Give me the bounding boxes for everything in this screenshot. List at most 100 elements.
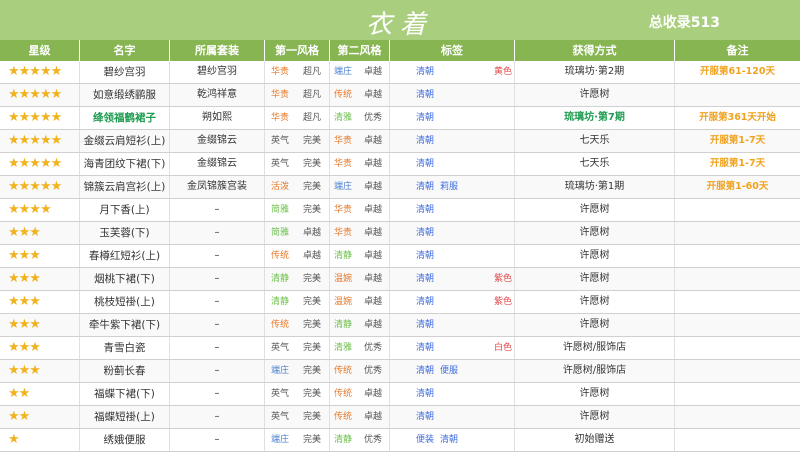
note	[675, 314, 800, 336]
star-rating: ★★★	[0, 245, 80, 267]
style1-label: 清静	[271, 297, 290, 307]
style1-cell: 英气 完美	[265, 383, 330, 405]
table-row[interactable]: ★★★ 粉蓟长春 – 端庄 完美 传统 优秀 清朝 便服 许愿树/服饰店	[0, 360, 800, 383]
set-name: –	[170, 360, 265, 382]
table-row[interactable]: ★★★★★ 锦簇云肩宫衫(上) 金凤锦簇宫装 活泼 完美 端庄 卓越 清朝 莉服 琉璃坊·第1期开…	[0, 176, 800, 199]
tags-cell: 清朝 白色	[390, 337, 515, 359]
style2-cell: 华贵 卓越	[330, 199, 390, 221]
table-row[interactable]: ★★★★★ 绛领福鹤裙子 朔如熙 华贵 超凡 清雅 优秀 清朝 琉璃坊·第7期 开服第361天开始	[0, 107, 800, 130]
item-name: 金缀云肩短衫(上)	[80, 130, 170, 152]
style2-grade: 卓越	[364, 159, 383, 169]
item-name: 粉蓟长春	[80, 360, 170, 382]
col-header-note[interactable]: 备注	[675, 40, 800, 61]
tag-secondary: 清朝	[440, 435, 459, 445]
table-row[interactable]: ★★★★★ 如意缎绣鹂服 乾鸿祥意 华贵 超凡 传统 卓越 清朝 许愿树	[0, 84, 800, 107]
style2-grade: 卓越	[364, 90, 383, 100]
set-name: 金缀锦云	[170, 130, 265, 152]
style2-label: 传统	[334, 366, 353, 376]
style2-label: 端庄	[334, 67, 353, 77]
col-header-style2[interactable]: 第二风格	[330, 40, 390, 61]
col-header-tags[interactable]: 标签	[390, 40, 515, 61]
style2-label: 清雅	[334, 113, 353, 123]
table-row[interactable]: ★★★ 玉芙蓉(下) – 简雅 卓越 华贵 卓越 清朝 许愿树	[0, 222, 800, 245]
set-name: –	[170, 406, 265, 428]
set-name: –	[170, 245, 265, 267]
style1-cell: 华贵 超凡	[265, 107, 330, 129]
star-rating: ★★★	[0, 291, 80, 313]
table-row[interactable]: ★★★★★ 金缀云肩短衫(上) 金缀锦云 英气 完美 华贵 卓越 清朝 七天乐 开服第1-7天	[0, 130, 800, 153]
item-name: 青雪白瓷	[80, 337, 170, 359]
style2-label: 清静	[334, 435, 353, 445]
style1-label: 英气	[271, 159, 290, 169]
table-row[interactable]: ★★★ 烟桃下裙(下) – 清静 完美 温婉 卓越 清朝 紫色 许愿树	[0, 268, 800, 291]
table-row[interactable]: ★★ 福蝶短褂(上) – 英气 完美 传统 卓越 清朝 许愿树	[0, 406, 800, 429]
style2-grade: 卓越	[364, 251, 383, 261]
item-name: 烟桃下裙(下)	[80, 268, 170, 290]
table-row[interactable]: ★★★ 春樽红短衫(上) – 传统 卓越 清静 卓越 清朝 许愿树	[0, 245, 800, 268]
style1-label: 端庄	[271, 366, 290, 376]
col-header-style1[interactable]: 第一风格	[265, 40, 330, 61]
tags-cell: 清朝	[390, 153, 515, 175]
note: 开服第361天开始	[699, 112, 776, 123]
table-row[interactable]: ★ 绣娥便服 – 端庄 完美 清静 优秀 便装 清朝 初始赠送	[0, 429, 800, 452]
title-bar: 衣着 总收录513	[0, 0, 800, 40]
obtain-method: 许愿树/服饰店	[515, 337, 675, 359]
style2-cell: 华贵 卓越	[330, 130, 390, 152]
style1-label: 简雅	[271, 228, 290, 238]
obtain-method: 许愿树	[515, 268, 675, 290]
table-body: ★★★★★ 碧纱宫羽 碧纱宫羽 华贵 超凡 端庄 卓越 清朝 黄色 琉璃坊·第2期 开服第61-12…	[0, 61, 800, 452]
style1-cell: 活泼 完美	[265, 176, 330, 198]
style2-cell: 传统 优秀	[330, 360, 390, 382]
style1-grade: 完美	[303, 205, 322, 215]
col-header-obtain[interactable]: 获得方式	[515, 40, 675, 61]
col-header-name[interactable]: 名字	[80, 40, 170, 61]
style2-cell: 温婉 卓越	[330, 291, 390, 313]
note	[675, 199, 800, 221]
table-row[interactable]: ★★★ 青雪白瓷 – 英气 完美 清雅 优秀 清朝 白色 许愿树/服饰店	[0, 337, 800, 360]
item-name: 牵牛紫下裙(下)	[80, 314, 170, 336]
style1-label: 清静	[271, 274, 290, 284]
tag-primary: 清朝	[416, 136, 435, 146]
star-rating: ★★★★	[0, 199, 80, 221]
table-row[interactable]: ★★ 福蝶下裙(下) – 英气 完美 传统 卓越 清朝 许愿树	[0, 383, 800, 406]
star-rating: ★★★	[0, 314, 80, 336]
tag-primary: 清朝	[416, 205, 435, 215]
style2-label: 传统	[334, 90, 353, 100]
col-header-stars[interactable]: 星级	[0, 40, 80, 61]
set-name: –	[170, 429, 265, 451]
style2-grade: 卓越	[364, 136, 383, 146]
set-name: –	[170, 222, 265, 244]
col-header-set[interactable]: 所属套装	[170, 40, 265, 61]
style2-grade: 卓越	[364, 67, 383, 77]
table-row[interactable]: ★★★★ 月下香(上) – 简雅 完美 华贵 卓越 清朝 许愿树	[0, 199, 800, 222]
style2-label: 清雅	[334, 343, 353, 353]
style1-grade: 卓越	[303, 251, 322, 261]
style1-grade: 完美	[303, 343, 322, 353]
style1-grade: 完美	[303, 412, 322, 422]
table-row[interactable]: ★★★★★ 海青团纹下裙(下) 金缀锦云 英气 完美 华贵 卓越 清朝 七天乐 开服第1-7天	[0, 153, 800, 176]
note	[675, 222, 800, 244]
tags-cell: 清朝	[390, 222, 515, 244]
style2-label: 端庄	[334, 182, 353, 192]
style2-cell: 华贵 卓越	[330, 222, 390, 244]
style1-cell: 简雅 完美	[265, 199, 330, 221]
style1-label: 活泼	[271, 182, 290, 192]
star-rating: ★★★	[0, 268, 80, 290]
set-name: –	[170, 268, 265, 290]
style2-grade: 优秀	[364, 435, 383, 445]
style1-grade: 卓越	[303, 228, 322, 238]
tag-secondary: 莉服	[440, 182, 459, 192]
tag-primary: 清朝	[416, 412, 435, 422]
obtain-method: 许愿树	[515, 291, 675, 313]
item-name: 春樽红短衫(上)	[80, 245, 170, 267]
style2-label: 温婉	[334, 274, 353, 284]
style1-cell: 华贵 超凡	[265, 84, 330, 106]
table-row[interactable]: ★★★ 牵牛紫下裙(下) – 传统 完美 清静 卓越 清朝 许愿树	[0, 314, 800, 337]
table-row[interactable]: ★★★★★ 碧纱宫羽 碧纱宫羽 华贵 超凡 端庄 卓越 清朝 黄色 琉璃坊·第2期 开服第61-12…	[0, 61, 800, 84]
style1-grade: 完美	[303, 389, 322, 399]
tags-cell: 清朝	[390, 406, 515, 428]
style2-cell: 传统 卓越	[330, 84, 390, 106]
table-row[interactable]: ★★★ 桃枝短褂(上) – 清静 完美 温婉 卓越 清朝 紫色 许愿树	[0, 291, 800, 314]
tags-cell: 清朝 莉服	[390, 176, 515, 198]
style1-label: 传统	[271, 251, 290, 261]
